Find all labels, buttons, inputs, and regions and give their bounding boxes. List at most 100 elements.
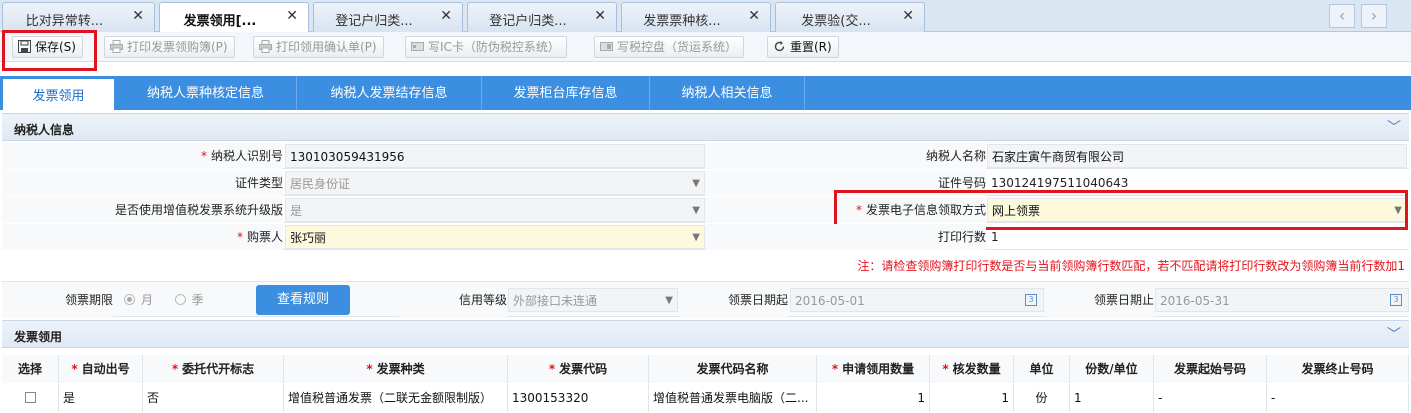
tab-label: 登记户归类... — [335, 14, 413, 29]
dropdown-arrow-icon[interactable]: ▼ — [665, 289, 673, 313]
cell-auto-number: 是 — [59, 384, 143, 412]
period-row: 领票期限 月 季 查看规则 信用等级 外部接口未连通 ▼ 领票日期起 2016-… — [2, 281, 1409, 318]
write-ic-label: 写IC卡（防伪税控系统） — [428, 40, 560, 54]
tab-invoice-issue[interactable]: 发票领用[... ✕ — [159, 2, 309, 33]
tab-registration-2[interactable]: 登记户归类... ✕ — [467, 2, 617, 32]
close-icon[interactable]: ✕ — [902, 8, 914, 24]
print-rows-label: 打印行数 — [705, 224, 986, 250]
col-start-no: 发票起始号码 — [1154, 355, 1267, 383]
tab-label: 登记户归类... — [489, 14, 567, 29]
reset-label: 重置(R) — [790, 40, 832, 54]
buyer-select[interactable]: 张巧丽 ▼ — [285, 225, 705, 249]
tab-invoice-type[interactable]: 发票票种核... ✕ — [621, 2, 771, 32]
chevron-down-icon[interactable]: ﹀ — [1387, 117, 1401, 137]
form-row-buyer: * 购票人 张巧丽 ▼ 打印行数 1 — [2, 224, 1409, 250]
tab-label: 发票验(交... — [801, 14, 871, 29]
tab-registration-1[interactable]: 登记户归类... ✕ — [313, 2, 463, 32]
season-label: 季 — [191, 293, 204, 307]
calendar-icon[interactable]: 3 — [1025, 294, 1037, 306]
printer-icon — [259, 40, 272, 53]
chevron-left-icon[interactable]: ‹ — [1329, 4, 1355, 28]
col-code-name: 发票代码名称 — [649, 355, 817, 383]
cell-apply-qty[interactable]: 1 — [817, 384, 930, 412]
tab-compare-exception[interactable]: 比对异常转... ✕ — [2, 2, 155, 32]
cert-type-label: 证件类型 — [2, 170, 283, 196]
end-date-label: 领票日期止 — [1046, 282, 1154, 318]
invoice-section-header[interactable]: 发票领用 ﹀ — [2, 320, 1409, 348]
section-title: 纳税人信息 — [14, 123, 75, 137]
col-invoice-code: * 发票代码 — [508, 355, 649, 383]
cell-issue-qty[interactable]: 1 — [930, 384, 1014, 412]
upgrade-select[interactable]: 是 ▼ — [285, 198, 705, 222]
upgrade-label: 是否使用增值税发票系统升级版 — [2, 197, 283, 223]
col-auto-number: * 自动出号 — [59, 355, 143, 383]
col-end-no: 发票终止号码 — [1267, 355, 1409, 383]
subtab-invoice-issue[interactable]: 发票领用 — [2, 78, 115, 110]
print-confirm-button[interactable]: 打印领用确认单(P) — [253, 36, 384, 58]
end-date-field[interactable]: 2016-05-31 3 — [1155, 288, 1409, 312]
start-date-value: 2016-05-01 — [795, 294, 865, 308]
chevron-down-icon[interactable]: ﹀ — [1387, 324, 1401, 344]
form-row-id: * 纳税人识别号 130103059431956 纳税人名称 石家庄寅午商贸有限公… — [2, 143, 1409, 169]
end-date-value: 2016-05-31 — [1160, 294, 1230, 308]
tab-label: 发票票种核... — [643, 14, 721, 29]
tab-invoice-verify[interactable]: 发票验(交... ✕ — [775, 2, 925, 32]
subtab-invoice-balance[interactable]: 纳税人发票结存信息 — [297, 76, 482, 110]
print-invoice-book-button[interactable]: 打印发票领购簿(P) — [104, 36, 235, 58]
tab-strip: 比对异常转... ✕ 发票领用[... ✕ 登记户归类... ✕ 登记户归类..… — [0, 0, 1411, 33]
reset-button[interactable]: 重置(R) — [767, 36, 839, 58]
write-disk-label: 写税控盘（货运系统） — [617, 40, 738, 54]
print-book-label: 打印发票领购簿(P) — [127, 40, 228, 54]
close-icon[interactable]: ✕ — [440, 8, 452, 24]
chevron-right-icon[interactable]: › — [1361, 4, 1387, 28]
credit-value: 外部接口未连通 — [513, 294, 598, 308]
cell-invoice-type: 增值税普通发票（二联无金额限制版） — [284, 384, 508, 412]
dropdown-arrow-icon[interactable]: ▼ — [692, 226, 700, 250]
cell-end-no: - — [1267, 384, 1409, 412]
close-icon[interactable]: ✕ — [286, 8, 298, 24]
refresh-icon — [774, 41, 785, 52]
taxpayer-name-field[interactable]: 石家庄寅午商贸有限公司 — [987, 144, 1407, 168]
view-rules-button[interactable]: 查看规则 — [256, 285, 350, 315]
start-date-field[interactable]: 2016-05-01 3 — [790, 288, 1044, 312]
printer-icon — [110, 40, 123, 53]
subtab-type-approval[interactable]: 纳税人票种核定信息 — [115, 76, 297, 110]
subtab-related-info[interactable]: 纳税人相关信息 — [650, 76, 805, 110]
write-ic-card-button[interactable]: 写IC卡（防伪税控系统） — [405, 36, 567, 58]
cell-code-name: 增值税普通发票电脑版（二... — [649, 384, 817, 412]
write-tax-disk-button[interactable]: 写税控盘（货运系统） — [594, 36, 745, 58]
dropdown-arrow-icon[interactable]: ▼ — [692, 199, 700, 223]
dropdown-arrow-icon[interactable]: ▼ — [692, 172, 700, 196]
row-checkbox-cell — [2, 384, 59, 412]
section-title: 发票领用 — [14, 330, 63, 344]
season-radio[interactable] — [174, 294, 186, 305]
credit-select[interactable]: 外部接口未连通 ▼ — [508, 288, 678, 312]
form-row-note: 注：请检查领购簿打印行数是否与当前领购簿行数匹配，若不匹配请将打印行数改为领购簿… — [2, 253, 1409, 279]
close-icon[interactable]: ✕ — [132, 8, 144, 24]
calendar-icon[interactable]: 3 — [1390, 294, 1402, 306]
print-rows-field[interactable]: 1 — [987, 225, 1407, 249]
close-icon[interactable]: ✕ — [748, 8, 760, 24]
taxpayer-section-header[interactable]: 纳税人信息 ﹀ — [2, 113, 1409, 141]
subtab-counter-stock[interactable]: 发票柜台库存信息 — [482, 76, 650, 110]
taxpayer-id-label: * 纳税人识别号 — [2, 143, 283, 169]
month-label: 月 — [141, 293, 154, 307]
month-radio[interactable] — [124, 294, 135, 305]
taxpayer-id-field[interactable]: 130103059431956 — [285, 144, 705, 168]
cell-per-unit: 1 — [1070, 384, 1154, 412]
col-unit: 单位 — [1014, 355, 1070, 383]
tab-label: 比对异常转... — [25, 14, 104, 29]
cert-type-value: 居民身份证 — [290, 177, 351, 191]
cell-agency-flag: 否 — [143, 384, 284, 412]
print-confirm-label: 打印领用确认单(P) — [276, 40, 377, 54]
cert-type-select[interactable]: 居民身份证 ▼ — [285, 171, 705, 195]
subtab-bar: 发票领用 纳税人票种核定信息 纳税人发票结存信息 发票柜台库存信息 纳税人相关信… — [0, 76, 1411, 110]
tab-label: 发票领用[... — [183, 14, 257, 29]
close-icon[interactable]: ✕ — [594, 8, 606, 24]
period-radio-group: 月 季 — [124, 282, 204, 318]
row-checkbox[interactable] — [24, 392, 36, 403]
col-agency-flag: * 委托代开标志 — [143, 355, 284, 383]
toolbar: 保存(S) 打印发票领购簿(P) 打印领用确认单(P) 写IC卡（防伪税控系统）… — [0, 32, 1411, 62]
col-select: 选择 — [2, 355, 59, 383]
cell-invoice-code: 1300153320 — [508, 384, 649, 412]
